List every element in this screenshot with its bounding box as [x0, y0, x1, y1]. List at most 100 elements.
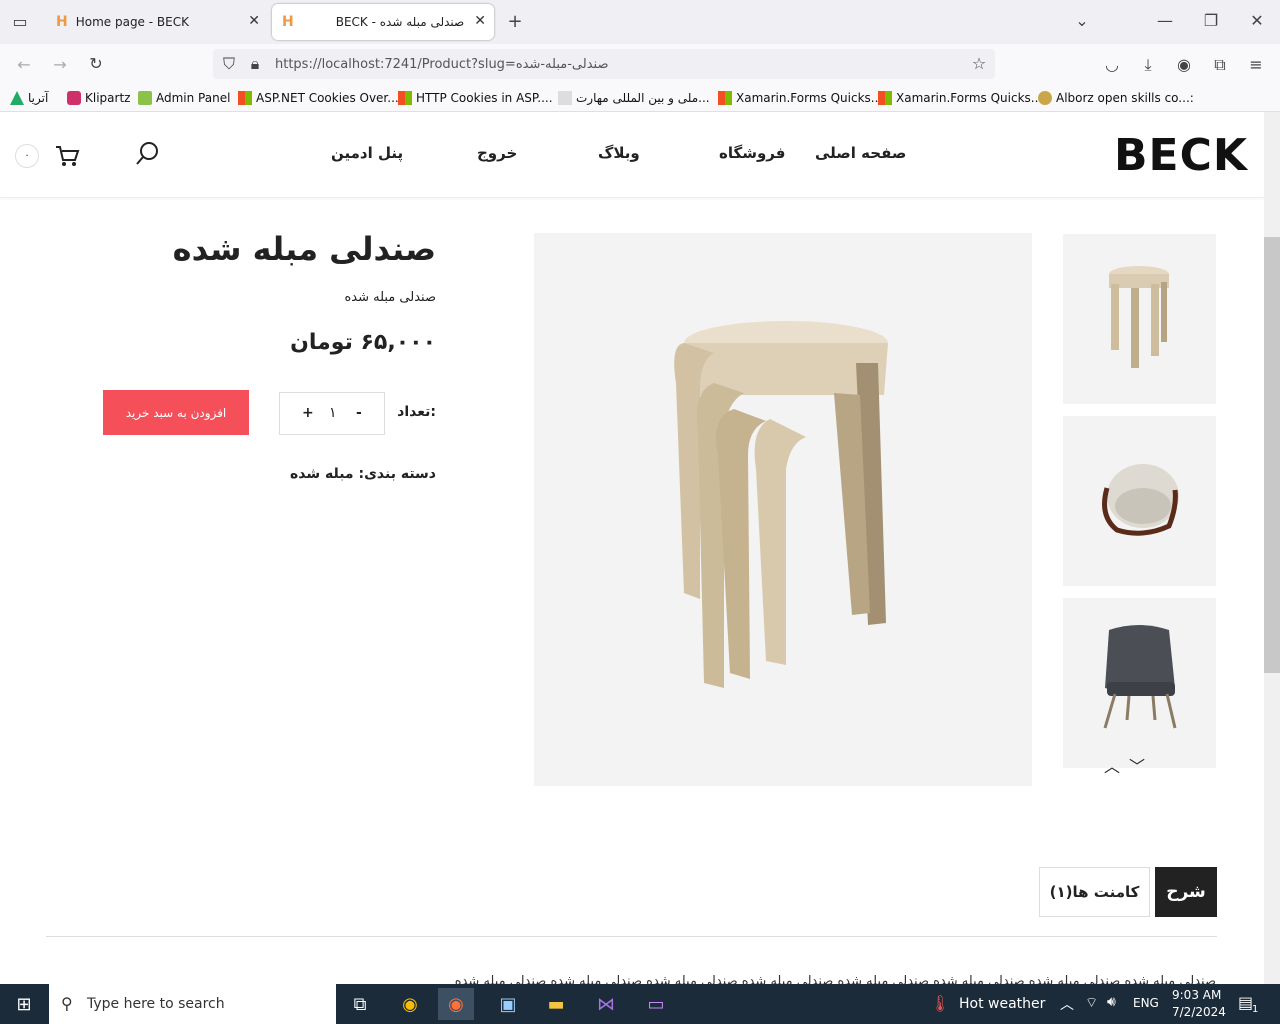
product-category: دسته بندی: مبله شده [290, 466, 436, 482]
restore-icon[interactable]: ❐ [1199, 11, 1223, 30]
terminal-icon[interactable]: ▭ [638, 988, 674, 1020]
thumbnail-prev-icon[interactable]: ︿ [1104, 753, 1120, 777]
product-thumbnail[interactable] [1063, 416, 1216, 586]
bookmark-xamarin-1[interactable]: Xamarin.Forms Quicks... [718, 91, 882, 105]
clock-time[interactable]: 9:03 AM [1172, 988, 1221, 1002]
tab-list-icon[interactable]: ▭ [8, 12, 32, 31]
web-page: BECK صفحه اصلی فروشگاه وبلاگ خروج پنل اد… [0, 112, 1264, 984]
site-favicon-icon: H [56, 14, 68, 30]
nav-shop[interactable]: فروشگاه [719, 144, 785, 162]
url-text: https://localhost:7241/Product?slug=صندل… [275, 56, 609, 72]
remote-desktop-icon[interactable]: ▣ [490, 988, 526, 1020]
minimize-icon[interactable]: — [1153, 11, 1177, 30]
add-to-cart-button[interactable]: افزودن به سبد خرید [103, 390, 249, 435]
nav-home[interactable]: صفحه اصلی [815, 144, 906, 162]
shield-icon[interactable]: ⛉ [217, 54, 241, 74]
bookmark-alborz[interactable]: Alborz open skills co...: [1038, 91, 1194, 105]
notifications-icon[interactable]: ▤ [1238, 993, 1253, 1012]
lock-icon[interactable]: 🔒︎ [243, 54, 267, 74]
bookmark-admin-panel[interactable]: Admin Panel [138, 91, 230, 105]
klipartz-icon [67, 91, 81, 105]
nav-blog[interactable]: وبلاگ [598, 144, 640, 162]
bookmark-http-cookies[interactable]: HTTP Cookies in ASP.... [398, 91, 553, 105]
tabs-divider [46, 936, 1217, 937]
quantity-plus-button[interactable]: + [302, 405, 314, 421]
nav-admin-panel[interactable]: پنل ادمین [331, 144, 403, 162]
bookmark-xamarin-2[interactable]: Xamarin.Forms Quicks... [878, 91, 1042, 105]
product-main-image [534, 233, 1032, 786]
thumbnail-next-icon[interactable]: ﹀ [1129, 753, 1145, 777]
quantity-minus-button[interactable]: - [356, 405, 362, 421]
admin-panel-icon [138, 91, 152, 105]
page-icon [558, 91, 572, 105]
bookmark-skills[interactable]: ملی و بین المللی مهارت... [558, 91, 710, 105]
network-icon[interactable]: ⌔ [1085, 994, 1098, 1012]
task-view-icon[interactable]: ⧉ [342, 988, 378, 1020]
product-thumbnail[interactable] [1063, 598, 1216, 768]
notifications-count: 1 [1252, 1004, 1259, 1015]
site-header: BECK صفحه اصلی فروشگاه وبلاگ خروج پنل اد… [0, 112, 1264, 198]
file-explorer-icon[interactable]: ▬ [538, 988, 574, 1020]
site-favicon-icon: H [282, 14, 294, 30]
pocket-icon[interactable]: ◡ [1100, 55, 1124, 74]
bookmark-klipartz[interactable]: Klipartz [67, 91, 130, 105]
quantity-stepper[interactable]: - ۱ + [279, 392, 385, 435]
site-logo[interactable]: BECK [1114, 130, 1248, 181]
forward-icon[interactable]: → [48, 55, 72, 74]
close-tab-icon[interactable]: ✕ [474, 13, 486, 29]
nav-logout[interactable]: خروج [477, 144, 517, 162]
microsoft-icon [878, 91, 892, 105]
description-text: صندلی مبله شده صندلی مبله شده صندلی مبله… [454, 974, 1216, 984]
alborz-icon [1038, 91, 1052, 105]
weather-text[interactable]: Hot weather [959, 996, 1045, 1012]
tab-comments[interactable]: کامنت ها(۱) [1039, 867, 1150, 917]
search-icon: ⚲ [61, 994, 73, 1013]
language-indicator[interactable]: ENG [1133, 996, 1159, 1010]
reload-icon[interactable]: ↻ [84, 54, 108, 73]
armchair-thumbnail-image [1102, 464, 1179, 536]
taskbar-search[interactable]: ⚲ Type here to search [49, 984, 336, 1024]
tray-chevron-icon[interactable]: ︿ [1060, 994, 1074, 1014]
new-tab-icon[interactable]: + [503, 11, 527, 32]
product-title: صندلی مبله شده [172, 230, 436, 268]
windows-taskbar: ⊞ ⚲ Type here to search ⧉ ◉ ◉ ▣ ▬ ⋈ ▭ 🌡︎… [0, 984, 1280, 1024]
search-icon[interactable] [134, 140, 162, 168]
microsoft-icon [238, 91, 252, 105]
bookmarks-bar: آتریا Klipartz Admin Panel ASP.NET Cooki… [0, 86, 1280, 112]
visual-studio-icon[interactable]: ⋈ [588, 988, 624, 1020]
search-placeholder: Type here to search [87, 996, 225, 1012]
downloads-icon[interactable]: ⤓ [1136, 55, 1160, 75]
tab-overflow-chevron-icon[interactable]: ⌄ [1070, 11, 1094, 30]
tab-title: BECK - صندلی مبله شده [335, 15, 465, 29]
product-thumbnail[interactable] [1063, 234, 1216, 404]
windows-start-icon[interactable]: ⊞ [6, 988, 42, 1020]
volume-icon[interactable]: 🔊︎ [1107, 994, 1116, 1010]
back-icon[interactable]: ← [12, 55, 36, 74]
extensions-icon[interactable]: ⧉ [1208, 55, 1232, 75]
tab-product[interactable]: H BECK - صندلی مبله شده ✕ [272, 4, 494, 40]
tab-title: Home page - BECK [75, 15, 189, 29]
bookmark-star-icon[interactable]: ☆ [967, 54, 991, 73]
tab-home[interactable]: H Home page - BECK ✕ [46, 4, 268, 40]
tab-strip: ▭ H Home page - BECK ✕ H BECK - صندلی مب… [0, 0, 1280, 44]
close-window-icon[interactable]: ✕ [1245, 11, 1269, 30]
quantity-value[interactable]: ۱ [329, 405, 337, 421]
account-icon[interactable]: ◉ [1172, 55, 1196, 74]
clock-date[interactable]: 7/2/2024 [1172, 1005, 1226, 1019]
menu-icon[interactable]: ≡ [1244, 55, 1268, 74]
cart-icon[interactable] [54, 144, 80, 168]
microsoft-icon [398, 91, 412, 105]
stool-thumbnail-image [1109, 266, 1169, 368]
firefox-icon[interactable]: ◉ [438, 988, 474, 1020]
microsoft-icon [718, 91, 732, 105]
nav-toolbar: ← → ↻ ⛉ 🔒︎ https://localhost:7241/Produc… [0, 44, 1280, 86]
bookmark-atria[interactable]: آتریا [10, 91, 48, 105]
bookmark-aspnet-cookies[interactable]: ASP.NET Cookies Over... [238, 91, 399, 105]
chrome-icon[interactable]: ◉ [392, 988, 428, 1020]
url-bar[interactable]: ⛉ 🔒︎ https://localhost:7241/Product?slug… [213, 49, 995, 79]
atria-icon [10, 91, 24, 105]
scrollbar-thumb[interactable] [1264, 237, 1280, 673]
tab-description[interactable]: شرح [1155, 867, 1217, 917]
close-tab-icon[interactable]: ✕ [248, 13, 260, 29]
gray-chair-thumbnail-image [1103, 625, 1177, 729]
